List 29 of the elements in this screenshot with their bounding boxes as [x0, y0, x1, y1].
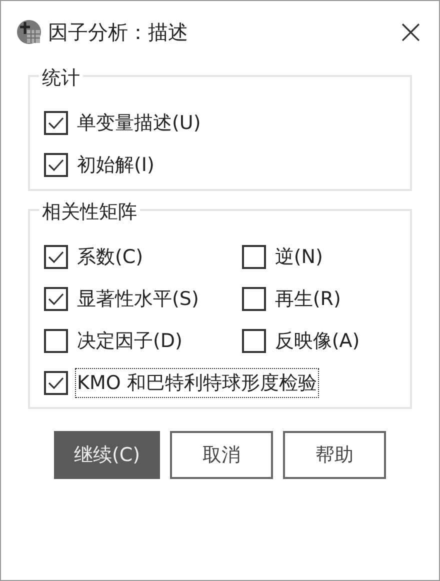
- dialog-button[interactable]: 取消: [170, 431, 273, 479]
- check-icon: [48, 376, 64, 390]
- checkbox-label[interactable]: 单变量描述(U): [76, 109, 202, 137]
- check-icon: [48, 250, 64, 264]
- checkbox-label[interactable]: 显著性水平(S): [76, 285, 200, 313]
- checkbox[interactable]: [44, 111, 68, 135]
- check-icon: [48, 116, 64, 130]
- checkbox-label[interactable]: 再生(R): [274, 285, 342, 313]
- close-button[interactable]: ×: [396, 15, 425, 49]
- dialog-button[interactable]: 帮助: [283, 431, 386, 479]
- checkbox[interactable]: [44, 245, 68, 269]
- dialog-button[interactable]: 继续(C): [54, 431, 160, 479]
- checkbox[interactable]: [242, 245, 266, 269]
- checkbox-label[interactable]: 反映像(A): [274, 327, 361, 355]
- window-title: 因子分析：描述: [48, 18, 189, 46]
- grid-icon: [16, 19, 42, 45]
- checkbox[interactable]: [242, 287, 266, 311]
- checkbox-label[interactable]: KMO 和巴特利特球形度检验: [76, 369, 318, 397]
- checkbox[interactable]: [44, 329, 68, 353]
- checkbox-label[interactable]: 系数(C): [76, 243, 144, 271]
- checkbox[interactable]: [44, 371, 68, 395]
- check-icon: [48, 158, 64, 172]
- checkbox[interactable]: [44, 153, 68, 177]
- checkbox-label[interactable]: 决定因子(D): [76, 327, 184, 355]
- checkbox[interactable]: [44, 287, 68, 311]
- checkbox[interactable]: [242, 329, 266, 353]
- check-icon: [48, 292, 64, 306]
- checkbox-label[interactable]: 逆(N): [274, 243, 324, 271]
- checkbox-label[interactable]: 初始解(I): [76, 151, 156, 179]
